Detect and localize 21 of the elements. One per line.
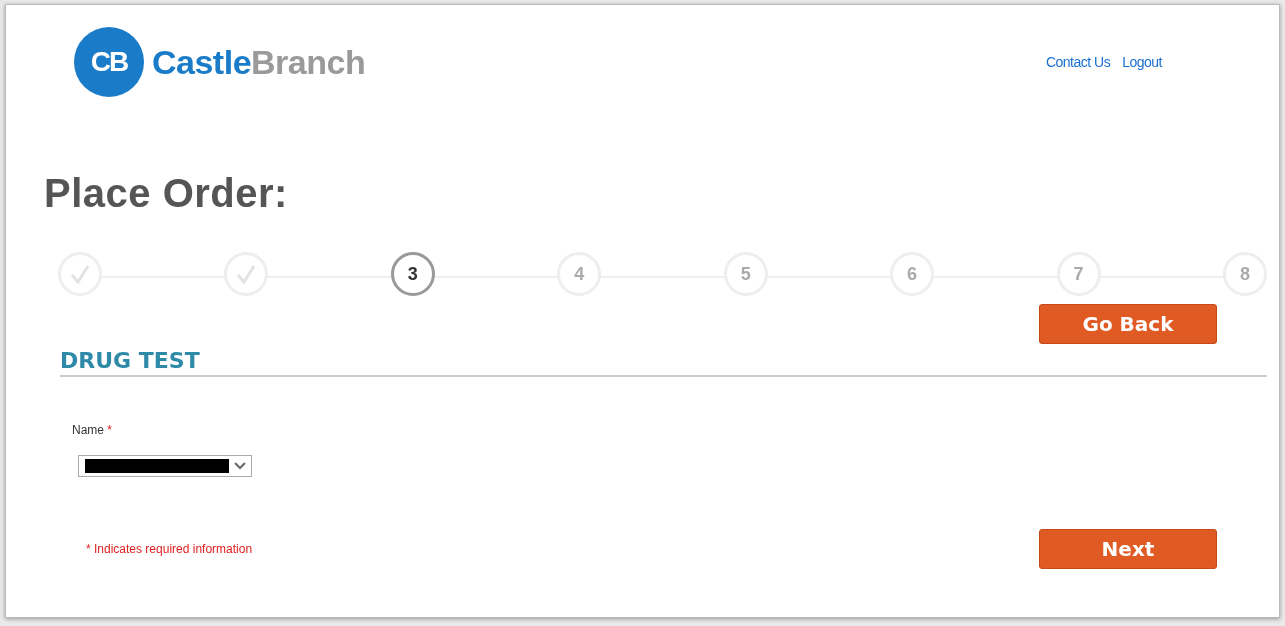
name-select[interactable]	[78, 455, 252, 477]
check-icon	[235, 263, 258, 285]
step-indicator: 7	[1056, 252, 1101, 296]
section-title: DRUG TEST	[60, 348, 1267, 377]
next-button[interactable]: Next	[1039, 529, 1217, 569]
logo-text: Branch	[251, 42, 366, 82]
step-indicator: 4	[557, 252, 602, 296]
logo-mark: CB	[74, 27, 144, 97]
step-indicator: 6	[890, 252, 935, 296]
page-title: Place Order:	[44, 171, 289, 216]
chevron-down-icon	[233, 461, 247, 471]
field-label: Name *	[72, 423, 114, 437]
step-indicator: 3	[390, 252, 435, 296]
header-link[interactable]: Logout	[1122, 54, 1162, 70]
check-icon	[69, 263, 91, 285]
go-back-button[interactable]: Go Back	[1039, 304, 1217, 344]
header-link[interactable]: Contact Us	[1045, 54, 1111, 70]
logo-text: Castle	[152, 42, 252, 82]
required-note: * Indicates required information	[86, 542, 253, 556]
step-indicator: 5	[723, 252, 768, 296]
step-indicator: 8	[1222, 252, 1267, 296]
